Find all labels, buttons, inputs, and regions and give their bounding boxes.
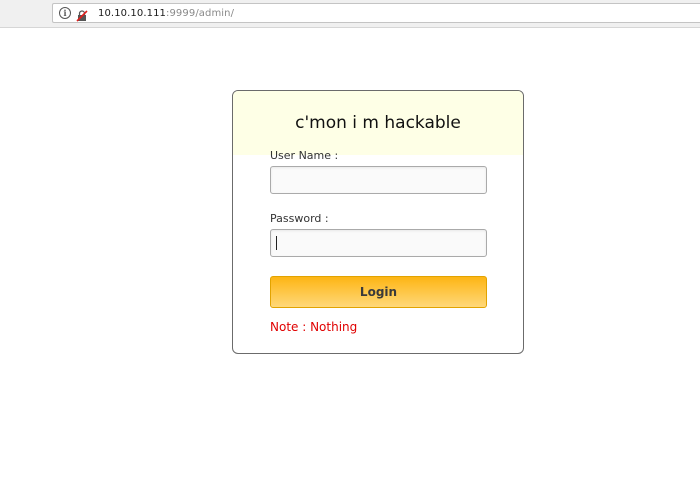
url-text[interactable]: 10.10.10.111:9999/admin/ xyxy=(98,8,234,19)
username-input[interactable] xyxy=(270,166,487,194)
note-text: Note : Nothing xyxy=(270,320,358,334)
login-button[interactable]: Login xyxy=(270,276,487,308)
browser-toolbar: i 10.10.10.111:9999/admin/ xyxy=(0,0,700,28)
url-host: 10.10.10.111 xyxy=(98,7,166,19)
login-card-header: c'mon i m hackable xyxy=(233,91,523,155)
address-bar[interactable]: i 10.10.10.111:9999/admin/ xyxy=(52,3,700,23)
password-label: Password : xyxy=(270,212,329,225)
password-input[interactable] xyxy=(270,229,487,257)
text-caret xyxy=(276,236,277,250)
info-icon[interactable]: i xyxy=(59,7,71,19)
login-card: c'mon i m hackable User Name : Password … xyxy=(232,90,524,354)
url-path: :9999/admin/ xyxy=(166,7,235,19)
insecure-lock-icon[interactable] xyxy=(76,7,88,22)
username-label: User Name : xyxy=(270,149,339,162)
login-title: c'mon i m hackable xyxy=(295,113,461,133)
